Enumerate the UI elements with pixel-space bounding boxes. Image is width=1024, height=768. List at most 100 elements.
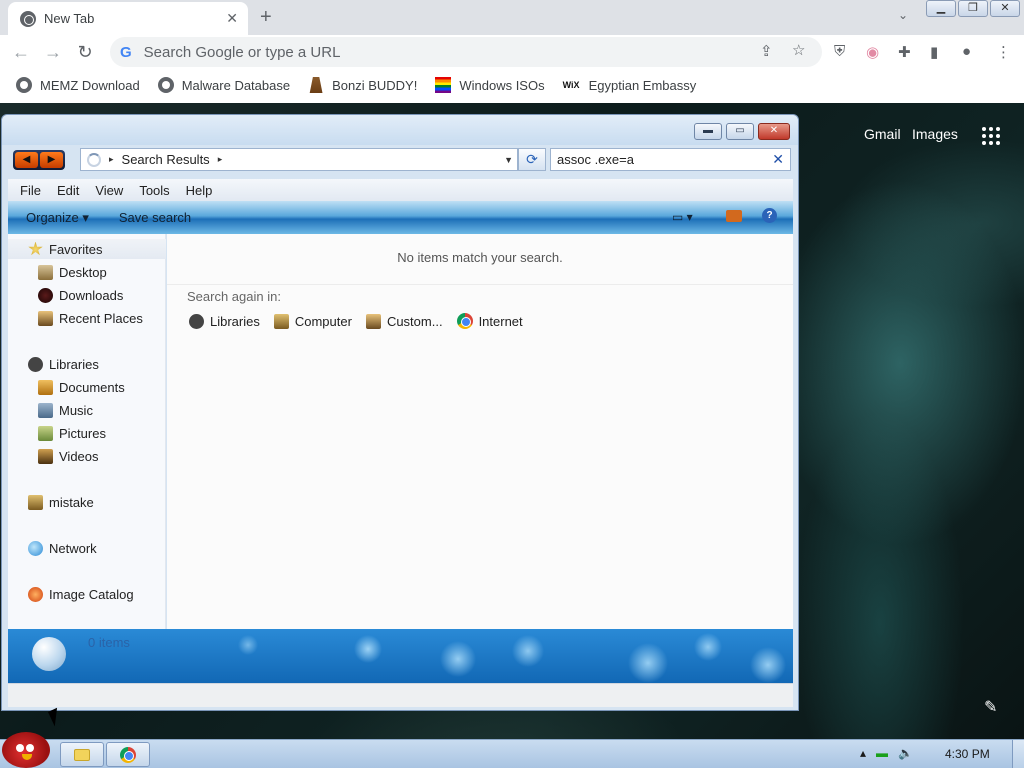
taskbar-explorer-button[interactable] — [60, 742, 104, 767]
images-link[interactable]: Images — [912, 126, 958, 142]
show-desktop-button[interactable] — [1012, 740, 1024, 768]
bookmark-label: MEMZ Download — [40, 77, 140, 93]
restore-button[interactable]: ❐ — [958, 0, 988, 17]
explorer-forward-button[interactable]: ▶ — [40, 152, 63, 168]
search-again-custom[interactable]: Custom... — [365, 313, 443, 329]
nav-videos[interactable]: Videos — [8, 446, 166, 466]
location-label: Custom... — [386, 313, 443, 329]
chrome-icon — [120, 746, 136, 763]
menu-file[interactable]: File — [20, 183, 41, 198]
menu-tools[interactable]: Tools — [139, 183, 169, 198]
extensions-puzzle-icon[interactable]: ✚ — [898, 43, 911, 61]
bookmark-egyptian-embassy[interactable]: WiX Egyptian Embassy — [563, 77, 697, 93]
search-again-computer[interactable]: Computer — [273, 313, 352, 329]
tab-close-icon[interactable]: ✕ — [226, 10, 238, 27]
account-avatar-icon[interactable]: ● — [962, 43, 971, 60]
nav-favorites[interactable]: Favorites — [8, 239, 166, 259]
folder-icon — [74, 748, 90, 761]
profile-extension-icon[interactable]: ◉ — [866, 43, 879, 61]
menu-view[interactable]: View — [95, 183, 123, 198]
help-icon[interactable]: ? — [762, 208, 777, 223]
breadcrumb-arrow-icon[interactable]: ▸ — [218, 154, 223, 165]
bookmark-memz-download[interactable]: MEMZ Download — [16, 77, 140, 93]
nav-recent-places[interactable]: Recent Places — [8, 308, 166, 328]
organize-button[interactable]: Organize ▾ — [26, 210, 89, 226]
views-button[interactable]: ▭ ▾ — [672, 210, 693, 224]
search-again-libraries[interactable]: Libraries — [189, 313, 260, 329]
nav-downloads[interactable]: Downloads — [8, 285, 166, 305]
tab-search-chevron-icon[interactable]: ⌄ — [898, 8, 908, 22]
bookmark-malware-database[interactable]: Malware Database — [157, 77, 290, 93]
back-forward-buttons: ◀ ▶ — [13, 150, 65, 170]
explorer-titlebar[interactable]: ▬ ▭ ✕ — [2, 115, 798, 145]
computer-icon — [28, 494, 43, 510]
breadcrumb-arrow-icon[interactable]: ▸ — [109, 154, 114, 165]
volume-icon[interactable]: 🔈 — [898, 746, 913, 760]
nav-image-catalog[interactable]: Image Catalog — [8, 584, 166, 604]
nav-desktop[interactable]: Desktop — [8, 262, 166, 282]
reload-button[interactable]: ↻ — [74, 42, 96, 63]
google-icon: G — [120, 43, 132, 61]
save-search-button[interactable]: Save search — [119, 210, 191, 225]
share-icon[interactable]: ⇪ — [760, 42, 773, 60]
explorer-back-button[interactable]: ◀ — [15, 152, 38, 168]
new-tab-button[interactable]: + — [260, 6, 272, 29]
explorer-minimize-button[interactable]: ▬ — [694, 123, 722, 140]
taskbar-chrome-button[interactable] — [106, 742, 150, 767]
clear-search-icon[interactable]: ✕ — [772, 149, 784, 170]
omnibox[interactable]: G Search Google or type a URL ⇪ ☆ — [110, 37, 822, 67]
chrome-menu-icon[interactable]: ⋮ — [996, 43, 1011, 61]
nav-documents[interactable]: Documents — [8, 377, 166, 397]
explorer-maximize-button[interactable]: ▭ — [726, 123, 754, 140]
system-tray: ▴ ▬ 🔈 — [860, 746, 913, 760]
explorer-window: ▬ ▭ ✕ ◀ ▶ ▸ Search Results ▸ ▼ ⟳ assoc .… — [1, 114, 799, 711]
close-button[interactable]: ✕ — [990, 0, 1020, 17]
back-button[interactable]: ← — [10, 42, 32, 63]
browser-toolbar: ← → ↻ G Search Google or type a URL ⇪ ☆ … — [0, 35, 1024, 69]
nav-music[interactable]: Music — [8, 400, 166, 420]
clock[interactable]: 4:30 PM — [945, 747, 990, 761]
nav-pictures[interactable]: Pictures — [8, 423, 166, 443]
address-dropdown-icon[interactable]: ▼ — [504, 155, 513, 165]
custom-folder-icon — [365, 313, 381, 329]
customize-pencil-icon[interactable]: ✎ — [984, 697, 997, 717]
menu-bar: File Edit View Tools Help — [8, 179, 793, 201]
bookmark-bonzi-buddy[interactable]: Bonzi BUDDY! — [308, 77, 417, 93]
address-bar[interactable]: ▸ Search Results ▸ ▼ — [80, 148, 518, 171]
omnibox-placeholder[interactable]: Search Google or type a URL — [144, 44, 341, 61]
documents-icon — [38, 379, 53, 395]
refresh-button[interactable]: ⟳ — [518, 148, 546, 171]
side-panel-icon[interactable]: ▮ — [930, 43, 938, 61]
minimize-button[interactable]: ▁ — [926, 0, 956, 17]
nav-label: Downloads — [59, 287, 124, 303]
ublock-icon[interactable]: ⛨ — [834, 43, 845, 60]
forward-button[interactable]: → — [42, 42, 64, 63]
search-input[interactable]: assoc .exe=a ✕ — [550, 148, 791, 171]
globe-icon — [157, 77, 174, 93]
location-label: Computer — [294, 313, 352, 329]
nav-label: mistake — [49, 494, 94, 510]
image-catalog-icon — [28, 586, 43, 602]
breadcrumb-search-results[interactable]: Search Results — [122, 152, 210, 167]
search-query[interactable]: assoc .exe=a — [557, 152, 634, 167]
tab-new-tab[interactable]: New Tab ✕ — [8, 2, 248, 35]
google-apps-icon[interactable] — [982, 127, 1000, 145]
nav-libraries[interactable]: Libraries — [8, 354, 166, 374]
start-button-angry-bird-icon[interactable] — [2, 732, 50, 768]
battery-icon[interactable]: ▬ — [876, 746, 888, 760]
nav-network[interactable]: Network — [8, 538, 166, 558]
search-results-icon — [32, 637, 66, 671]
preview-pane-icon[interactable] — [726, 210, 742, 222]
bookmark-star-icon[interactable]: ☆ — [792, 41, 805, 59]
menu-edit[interactable]: Edit — [57, 183, 79, 198]
gmail-link[interactable]: Gmail — [864, 126, 901, 142]
bookmark-windows-isos[interactable]: Windows ISOs — [435, 77, 545, 93]
search-again-internet[interactable]: Internet — [456, 313, 523, 329]
command-bar: Organize ▾ Save search ▭ ▾ ? — [8, 201, 793, 234]
show-hidden-icons-arrow-icon[interactable]: ▴ — [860, 746, 866, 760]
explorer-close-button[interactable]: ✕ — [758, 123, 790, 140]
menu-help[interactable]: Help — [186, 183, 213, 198]
libraries-icon — [189, 313, 204, 329]
music-icon — [38, 402, 53, 418]
nav-mistake[interactable]: mistake — [8, 492, 166, 512]
